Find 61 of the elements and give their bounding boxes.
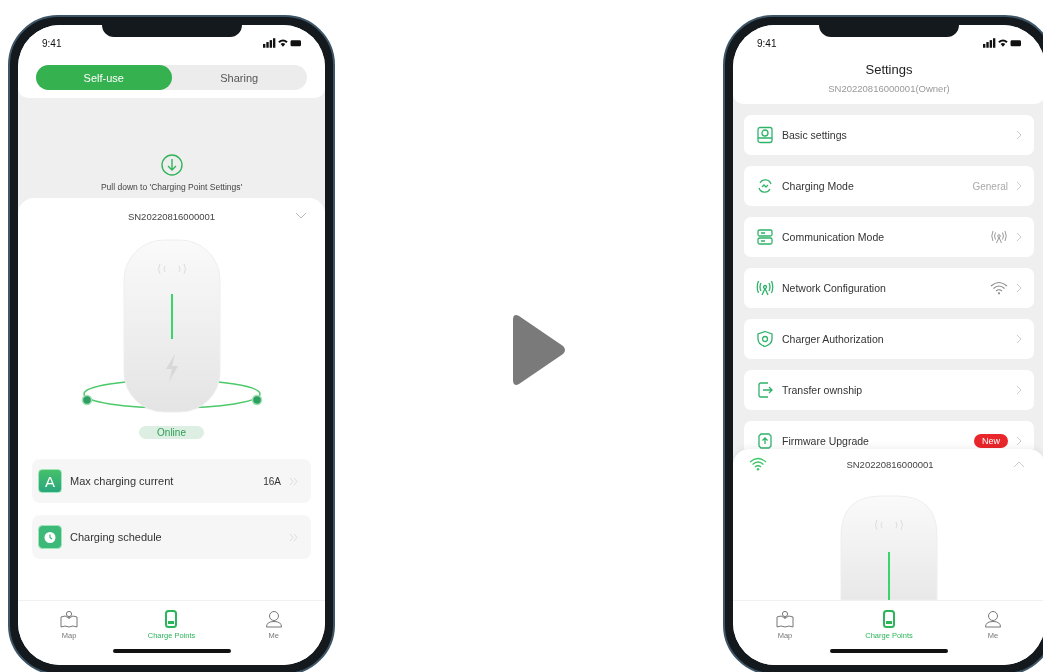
settings-row[interactable]: Charger Authorization [744, 319, 1034, 359]
wifi-icon [990, 281, 1008, 295]
letter-icon: A [38, 469, 62, 493]
person-icon [984, 610, 1002, 628]
row-value: 16A [263, 475, 281, 487]
new-badge: New [974, 434, 1008, 448]
chevron-right-icon [1016, 181, 1022, 191]
status-icons [983, 38, 1021, 48]
row-label: Network Configuration [782, 282, 887, 294]
chevron-right-icon [1016, 385, 1022, 395]
settings-row[interactable]: Network Configuration [744, 268, 1034, 308]
row-label: Transfer ownship [782, 384, 864, 396]
chevron-right-icon [1016, 334, 1022, 344]
pull-hint: Pull down to 'Charging Point Settings' [100, 182, 243, 192]
row-value: General [972, 180, 1008, 192]
shield-icon [756, 330, 774, 348]
clock-icon [38, 525, 62, 549]
status-time: 9:41 [42, 37, 62, 49]
server-icon [756, 228, 774, 246]
chevron-right-icon [1016, 232, 1022, 242]
pull-down-icon [160, 154, 183, 176]
double-chevron-icon [289, 476, 299, 486]
card-icon [756, 126, 774, 144]
segment-tab[interactable]: Sharing [171, 65, 307, 90]
charger-icon [880, 610, 898, 628]
chevron-right-icon [1016, 283, 1022, 293]
status-icons [263, 38, 301, 48]
page-title: Settings [865, 62, 913, 77]
settings-row[interactable]: Firmware Upgrade New [744, 421, 1034, 449]
wifi-icon [749, 457, 767, 471]
row-label: Charger Authorization [782, 333, 885, 345]
person-icon [264, 610, 283, 628]
row-label: Charging Mode [782, 180, 855, 192]
antenna-icon [756, 279, 774, 297]
play-icon [511, 312, 567, 388]
row-label: Max charging current [70, 475, 175, 487]
cycle-icon [756, 177, 774, 195]
row-label: Basic settings [782, 129, 848, 141]
settings-row[interactable]: Charging Mode General [744, 166, 1034, 206]
chevron-right-icon [1016, 130, 1022, 140]
settings-row[interactable]: Basic settings [744, 115, 1034, 155]
antenna-icon [990, 230, 1008, 244]
map-icon [60, 610, 79, 628]
page-subtitle: SN20220816000001(Owner) [828, 83, 950, 94]
serial-number: SN20220816000001 [846, 458, 934, 470]
status-time: 9:41 [757, 37, 777, 49]
door-icon [756, 381, 774, 399]
chevron-up-icon[interactable] [1013, 460, 1025, 468]
row-label: Communication Mode [782, 231, 886, 243]
chevron-right-icon [1016, 436, 1022, 446]
status-badge: Online [139, 426, 204, 439]
map-icon [776, 610, 794, 628]
upgrade-icon [756, 432, 774, 449]
setting-row[interactable]: A Max charging current 16A [32, 459, 311, 503]
row-label: Firmware Upgrade [782, 435, 870, 447]
settings-row[interactable]: Transfer ownship [744, 370, 1034, 410]
settings-row[interactable]: Communication Mode [744, 217, 1034, 257]
row-label: Charging schedule [70, 531, 163, 543]
chevron-down-icon[interactable] [295, 212, 307, 219]
serial-number: SN20220816000001 [127, 210, 216, 222]
setting-row[interactable]: Charging schedule [32, 515, 311, 559]
